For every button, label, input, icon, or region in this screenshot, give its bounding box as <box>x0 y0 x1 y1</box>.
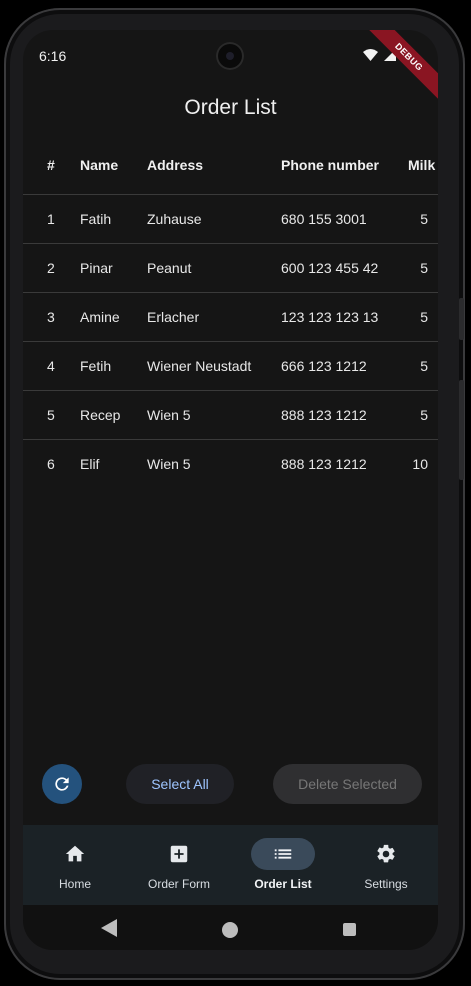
cell-phone: 600 123 455 42 <box>281 260 379 276</box>
wifi-icon <box>363 49 378 61</box>
table-row[interactable]: 3 Amine Erlacher 123 123 123 13 5 <box>23 292 438 341</box>
home-button-icon[interactable] <box>222 922 238 938</box>
cell-phone: 888 123 1212 <box>281 456 367 472</box>
cell-milk: 5 <box>420 260 428 276</box>
nav-item-settings[interactable]: Settings <box>334 825 438 905</box>
table-header: # Name Address Phone number Milk <box>23 136 438 194</box>
header-name: Name <box>80 157 119 173</box>
status-bar: 6:16 DEBUG <box>23 30 438 103</box>
cell-phone: 888 123 1212 <box>281 407 367 423</box>
list-icon <box>274 849 292 859</box>
cell-address: Peanut <box>147 260 192 276</box>
table-row[interactable]: 5 Recep Wien 5 888 123 1212 5 <box>23 390 438 439</box>
select-all-button[interactable]: Select All <box>126 764 234 804</box>
home-icon <box>65 845 85 862</box>
nav-label: Settings <box>364 877 408 891</box>
header-phone: Phone number <box>281 157 380 173</box>
cell-address: Erlacher <box>147 309 200 325</box>
delete-selected-button[interactable]: Delete Selected <box>273 764 422 804</box>
nav-pill <box>147 838 211 870</box>
header-address: Address <box>147 157 204 173</box>
nav-item-home[interactable]: Home <box>23 825 127 905</box>
table-row[interactable]: 1 Fatih Zuhause 680 155 3001 5 <box>23 194 438 243</box>
cell-address: Wien 5 <box>147 407 191 423</box>
cell-phone: 666 123 1212 <box>281 358 367 374</box>
nav-item-order-form[interactable]: Order Form <box>127 825 231 905</box>
cell-address: Wiener Neustadt <box>147 358 252 374</box>
table-row[interactable]: 4 Fetih Wiener Neustadt 666 123 1212 5 <box>23 341 438 390</box>
nav-pill <box>43 838 107 870</box>
power-button <box>459 380 464 480</box>
cell-name: Elif <box>80 456 100 472</box>
cell-phone: 680 155 3001 <box>281 211 367 227</box>
cell-milk: 5 <box>420 358 428 374</box>
refresh-icon <box>55 777 69 791</box>
page-title: Order List <box>184 96 277 119</box>
recent-apps-icon[interactable] <box>343 923 356 936</box>
debug-banner: DEBUG <box>363 30 438 103</box>
cell-num: 2 <box>47 260 55 276</box>
cell-name: Recep <box>80 407 121 423</box>
action-bar: Select All Delete Selected <box>23 764 438 804</box>
table-row[interactable]: 6 Elif Wien 5 888 123 1212 10 <box>23 439 438 488</box>
nav-label: Order List <box>254 877 312 891</box>
app-screen: 6:16 DEBUG Order List # Name Address Pho… <box>23 30 438 950</box>
order-table: # Name Address Phone number Milk 1 Fatih… <box>23 136 438 488</box>
nav-pill-active <box>251 838 315 870</box>
status-time: 6:16 <box>39 48 67 64</box>
system-navigation-bar <box>23 905 438 950</box>
cell-num: 1 <box>47 211 55 227</box>
nav-pill <box>354 838 418 870</box>
header-num: # <box>47 157 55 173</box>
cell-num: 5 <box>47 407 55 423</box>
add-box-icon <box>170 845 188 863</box>
cell-milk: 5 <box>420 309 428 325</box>
cell-address: Zuhause <box>147 211 202 227</box>
refresh-button[interactable] <box>42 764 82 804</box>
cell-milk: 5 <box>420 407 428 423</box>
cell-num: 3 <box>47 309 55 325</box>
cell-num: 6 <box>47 456 55 472</box>
cell-address: Wien 5 <box>147 456 191 472</box>
front-camera <box>216 42 244 70</box>
cell-name: Pinar <box>80 260 113 276</box>
cell-num: 4 <box>47 358 55 374</box>
back-icon[interactable] <box>101 919 117 937</box>
volume-button <box>459 298 464 340</box>
nav-label: Home <box>58 877 91 891</box>
nav-label: Order Form <box>147 877 210 891</box>
cell-milk: 5 <box>420 211 428 227</box>
gear-icon <box>377 844 395 863</box>
cell-name: Fetih <box>80 358 112 374</box>
nav-item-order-list[interactable]: Order List <box>231 825 335 905</box>
cell-milk: 10 <box>412 456 428 472</box>
cell-name: Fatih <box>80 211 112 227</box>
bottom-navigation: Home Order Form Order List Settings <box>23 825 438 905</box>
table-row[interactable]: 2 Pinar Peanut 600 123 455 42 5 <box>23 243 438 292</box>
header-milk: Milk <box>408 157 436 173</box>
cell-phone: 123 123 123 13 <box>281 309 379 325</box>
cell-name: Amine <box>80 309 120 325</box>
